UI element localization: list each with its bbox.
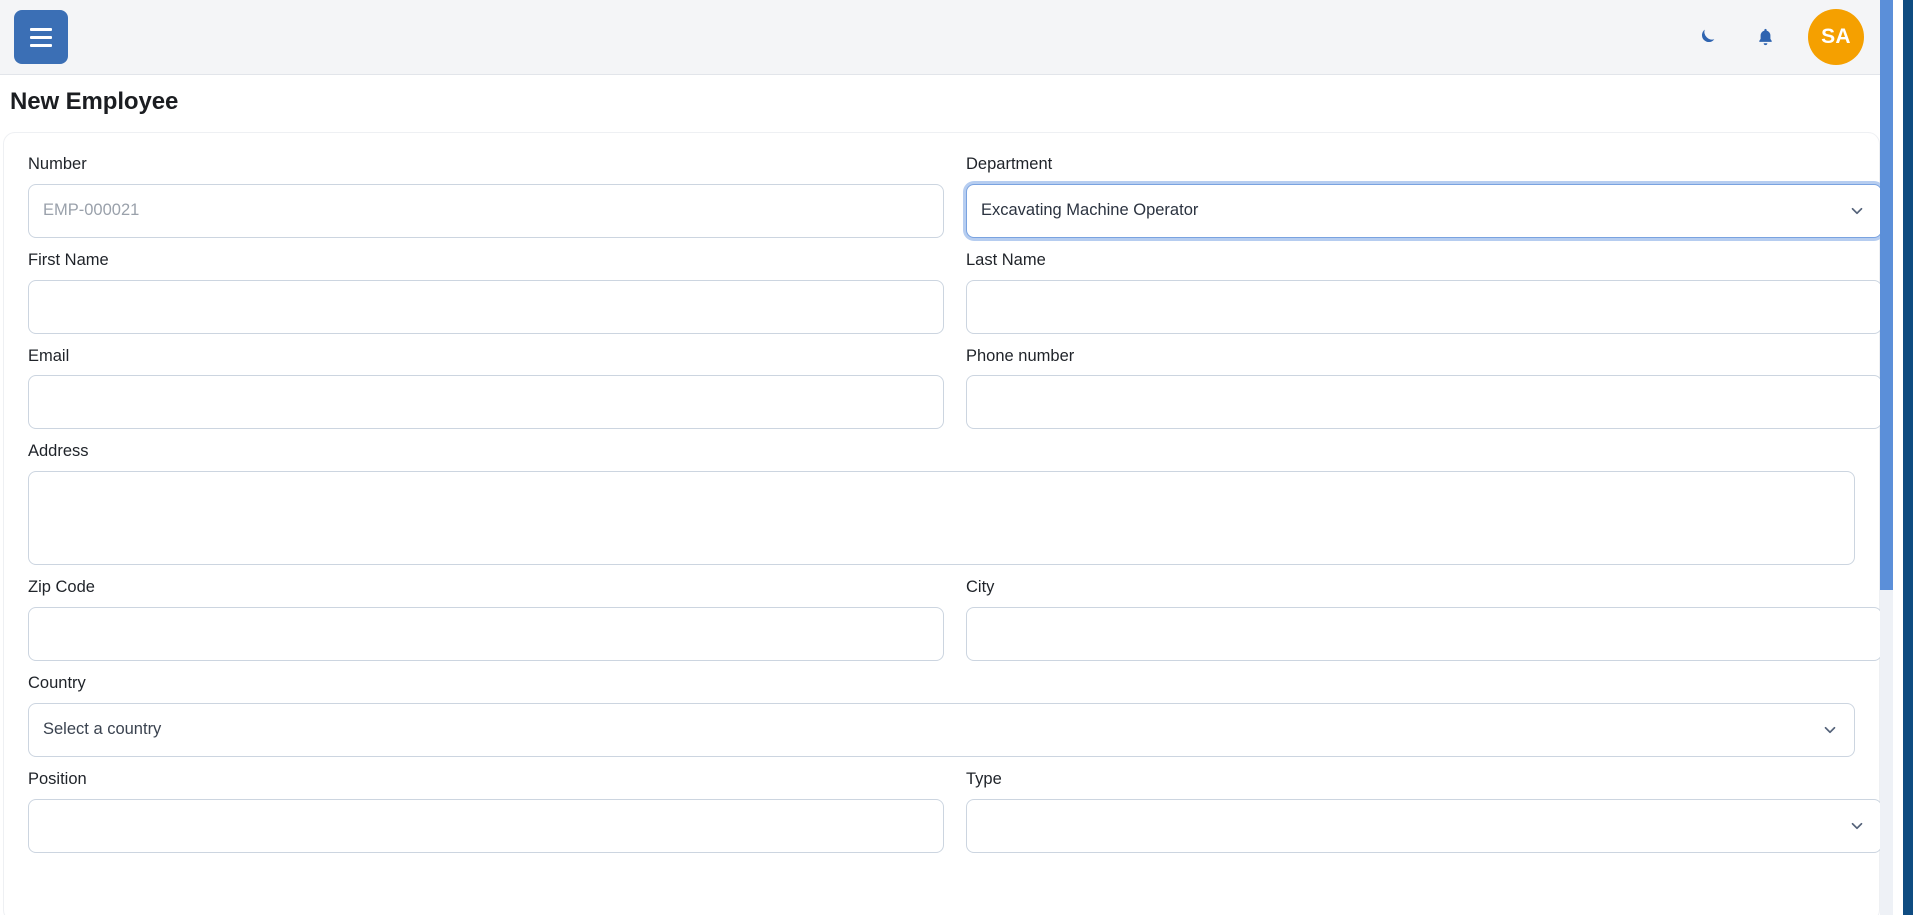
bell-glyph [1755,27,1776,48]
label-type: Type [966,770,1882,790]
top-bar: SA [0,0,1880,75]
form-row-names: First Name Last Name [28,251,1855,334]
avatar[interactable]: SA [1808,9,1864,65]
email-input[interactable] [28,375,944,429]
form-row-number-department: Number EMP-000021 Department Excavating … [28,155,1855,238]
hamburger-menu-icon[interactable] [14,10,68,64]
last-name-input[interactable] [966,280,1882,334]
chevron-down-icon [1848,202,1866,220]
chevron-down-icon [1821,721,1839,739]
field-number: Number EMP-000021 [28,155,944,238]
field-first-name: First Name [28,251,944,334]
label-email: Email [28,347,944,367]
zip-code-input[interactable] [28,607,944,661]
page-title: New Employee [10,88,178,116]
hamburger-line [30,28,52,31]
bell-icon[interactable] [1736,8,1794,66]
form-row-contact: Email Phone number [28,347,1855,430]
position-input[interactable] [28,799,944,853]
hamburger-line [30,36,52,39]
label-number: Number [28,155,944,175]
field-position: Position [28,770,944,853]
field-country: Country Select a country [28,674,1855,757]
label-department: Department [966,155,1882,175]
field-zip-code: Zip Code [28,578,944,661]
moon-icon[interactable] [1678,8,1736,66]
label-phone-number: Phone number [966,347,1882,367]
address-textarea[interactable] [28,471,1855,565]
type-select[interactable] [966,799,1882,853]
number-input-placeholder: EMP-000021 [43,201,139,220]
label-first-name: First Name [28,251,944,271]
department-select-value: Excavating Machine Operator [981,201,1198,220]
label-last-name: Last Name [966,251,1882,271]
country-select[interactable]: Select a country [28,703,1855,757]
form-row-address: Address [28,442,1855,565]
form-row-country: Country Select a country [28,674,1855,757]
field-address: Address [28,442,1855,565]
first-name-input[interactable] [28,280,944,334]
hamburger-line [30,44,52,47]
chevron-down-icon [1848,817,1866,835]
field-department: Department Excavating Machine Operator [966,155,1882,238]
country-select-value: Select a country [43,720,161,739]
label-position: Position [28,770,944,790]
field-city: City [966,578,1882,661]
form-row-position-type: Position Type [28,770,1855,853]
form-row-location: Zip Code City [28,578,1855,661]
field-phone-number: Phone number [966,347,1882,430]
number-input[interactable]: EMP-000021 [28,184,944,238]
phone-number-input[interactable] [966,375,1882,429]
page-scrollbar-thumb[interactable] [1880,0,1893,590]
moon-glyph [1696,26,1718,48]
top-bar-actions: SA [1678,8,1880,66]
field-type: Type [966,770,1882,853]
city-input[interactable] [966,607,1882,661]
label-city: City [966,578,1882,598]
label-zip-code: Zip Code [28,578,944,598]
label-address: Address [28,442,1855,462]
employee-form-card: Number EMP-000021 Department Excavating … [3,132,1880,915]
field-email: Email [28,347,944,430]
department-select[interactable]: Excavating Machine Operator [966,184,1882,238]
field-last-name: Last Name [966,251,1882,334]
app-viewport: SA New Employee Number EMP-000021 Depart… [0,0,1913,915]
label-country: Country [28,674,1855,694]
